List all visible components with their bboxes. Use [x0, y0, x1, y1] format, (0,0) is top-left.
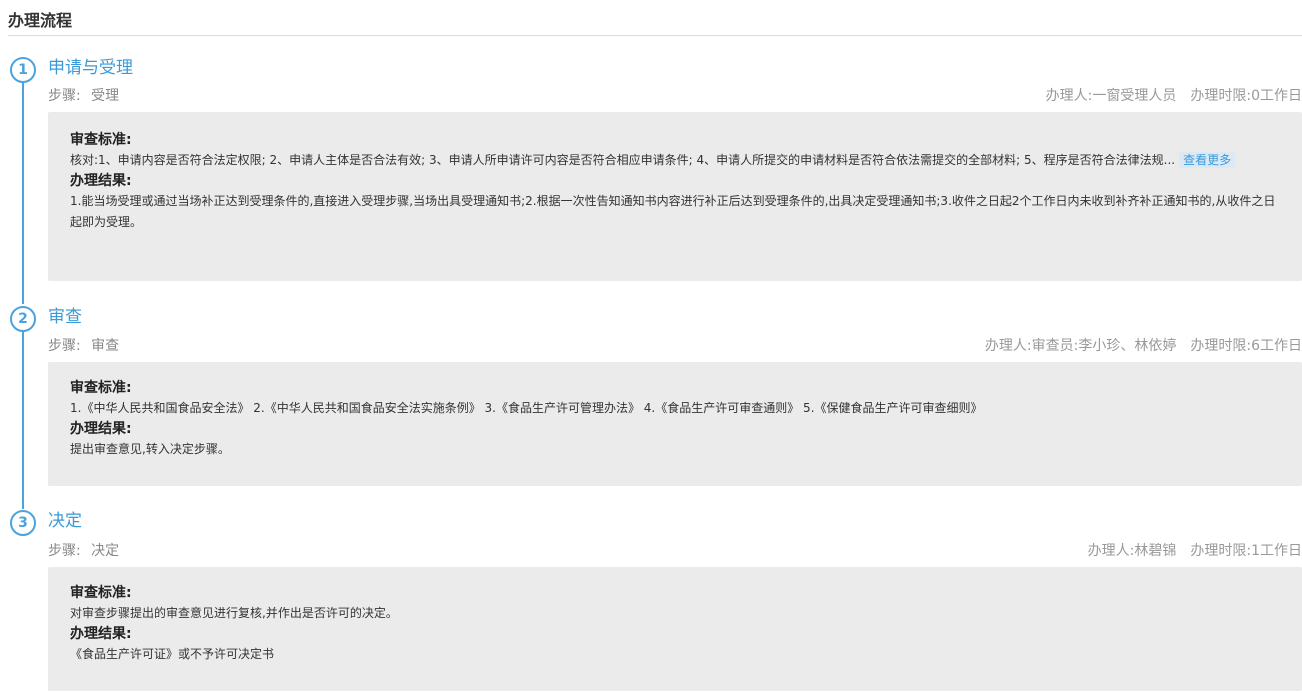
step-value: 受理: [91, 88, 120, 104]
time-limit-label: 办理时限:: [1190, 338, 1252, 354]
review-standard-text: 1.《中华人民共和国食品安全法》 2.《中华人民共和国食品安全法实施条例》 3.…: [70, 401, 983, 415]
step-detail-card: 审查标准: 对审查步骤提出的审查意见进行复核,并作出是否许可的决定。 办理结果:…: [48, 567, 1302, 691]
result-text: 提出审查意见,转入决定步骤。: [70, 442, 230, 456]
step-label: 步骤:: [48, 338, 81, 354]
step-value: 审查: [91, 338, 120, 354]
review-standard-title: 审查标准:: [70, 132, 132, 148]
review-standard-text: 核对:1、申请内容是否符合法定权限; 2、申请人主体是否合法有效; 3、申请人所…: [70, 150, 1280, 171]
time-limit-value: 0工作日: [1251, 88, 1302, 104]
time-limit-label: 办理时限:: [1190, 88, 1252, 104]
review-standard-title: 审查标准:: [70, 585, 132, 601]
timeline-line-1: [22, 82, 24, 304]
step-title[interactable]: 决定: [48, 510, 82, 532]
step-detail-card: 审查标准: 1.《中华人民共和国食品安全法》 2.《中华人民共和国食品安全法实施…: [48, 362, 1302, 486]
step-meta: 办理人:林碧锦 办理时限:1工作日: [1088, 542, 1302, 560]
handler-value: 审查员:李小珍、林依婷: [1031, 338, 1177, 354]
result-text: 1.能当场受理或通过当场补正达到受理条件的,直接进入受理步骤,当场出具受理通知书…: [70, 194, 1276, 229]
step-meta: 办理人:审查员:李小珍、林依婷 办理时限:6工作日: [985, 337, 1302, 355]
result-text: 《食品生产许可证》或不予许可决定书: [70, 647, 275, 661]
time-limit-label: 办理时限:: [1190, 543, 1252, 559]
review-standard-title: 审查标准:: [70, 380, 132, 396]
see-more-link[interactable]: 查看更多: [1179, 152, 1236, 168]
review-standard-text: 对审查步骤提出的审查意见进行复核,并作出是否许可的决定。: [70, 606, 398, 620]
handler-value: 一窗受理人员: [1092, 88, 1177, 104]
step-info: 步骤: 审查: [48, 337, 119, 355]
step-info: 步骤: 受理: [48, 87, 119, 105]
handler-value: 林碧锦: [1134, 543, 1177, 559]
handler-label: 办理人:: [984, 338, 1032, 354]
title-divider: [8, 35, 1302, 36]
time-limit-value: 6工作日: [1251, 338, 1302, 354]
step-title[interactable]: 审查: [48, 306, 82, 328]
result-title: 办理结果:: [70, 173, 132, 189]
step-value: 决定: [91, 543, 120, 559]
step-label: 步骤:: [48, 88, 81, 104]
timeline-line-2: [22, 331, 24, 509]
handler-label: 办理人:: [1087, 543, 1135, 559]
result-title: 办理结果:: [70, 421, 132, 437]
section-title: 办理流程: [8, 11, 73, 30]
step-detail-card: 审查标准: 核对:1、申请内容是否符合法定权限; 2、申请人主体是否合法有效; …: [48, 112, 1302, 281]
step-title[interactable]: 申请与受理: [48, 57, 133, 79]
result-title: 办理结果:: [70, 626, 132, 642]
step-info: 步骤: 决定: [48, 542, 119, 560]
time-limit-value: 1工作日: [1251, 543, 1302, 559]
step-label: 步骤:: [48, 543, 81, 559]
review-standard-content: 核对:1、申请内容是否符合法定权限; 2、申请人主体是否合法有效; 3、申请人所…: [70, 153, 1176, 167]
handler-label: 办理人:: [1045, 88, 1093, 104]
step-number-badge: 3: [10, 510, 36, 536]
step-number-badge: 1: [10, 57, 36, 83]
step-number-badge: 2: [10, 306, 36, 332]
step-meta: 办理人:一窗受理人员 办理时限:0工作日: [1046, 87, 1302, 105]
